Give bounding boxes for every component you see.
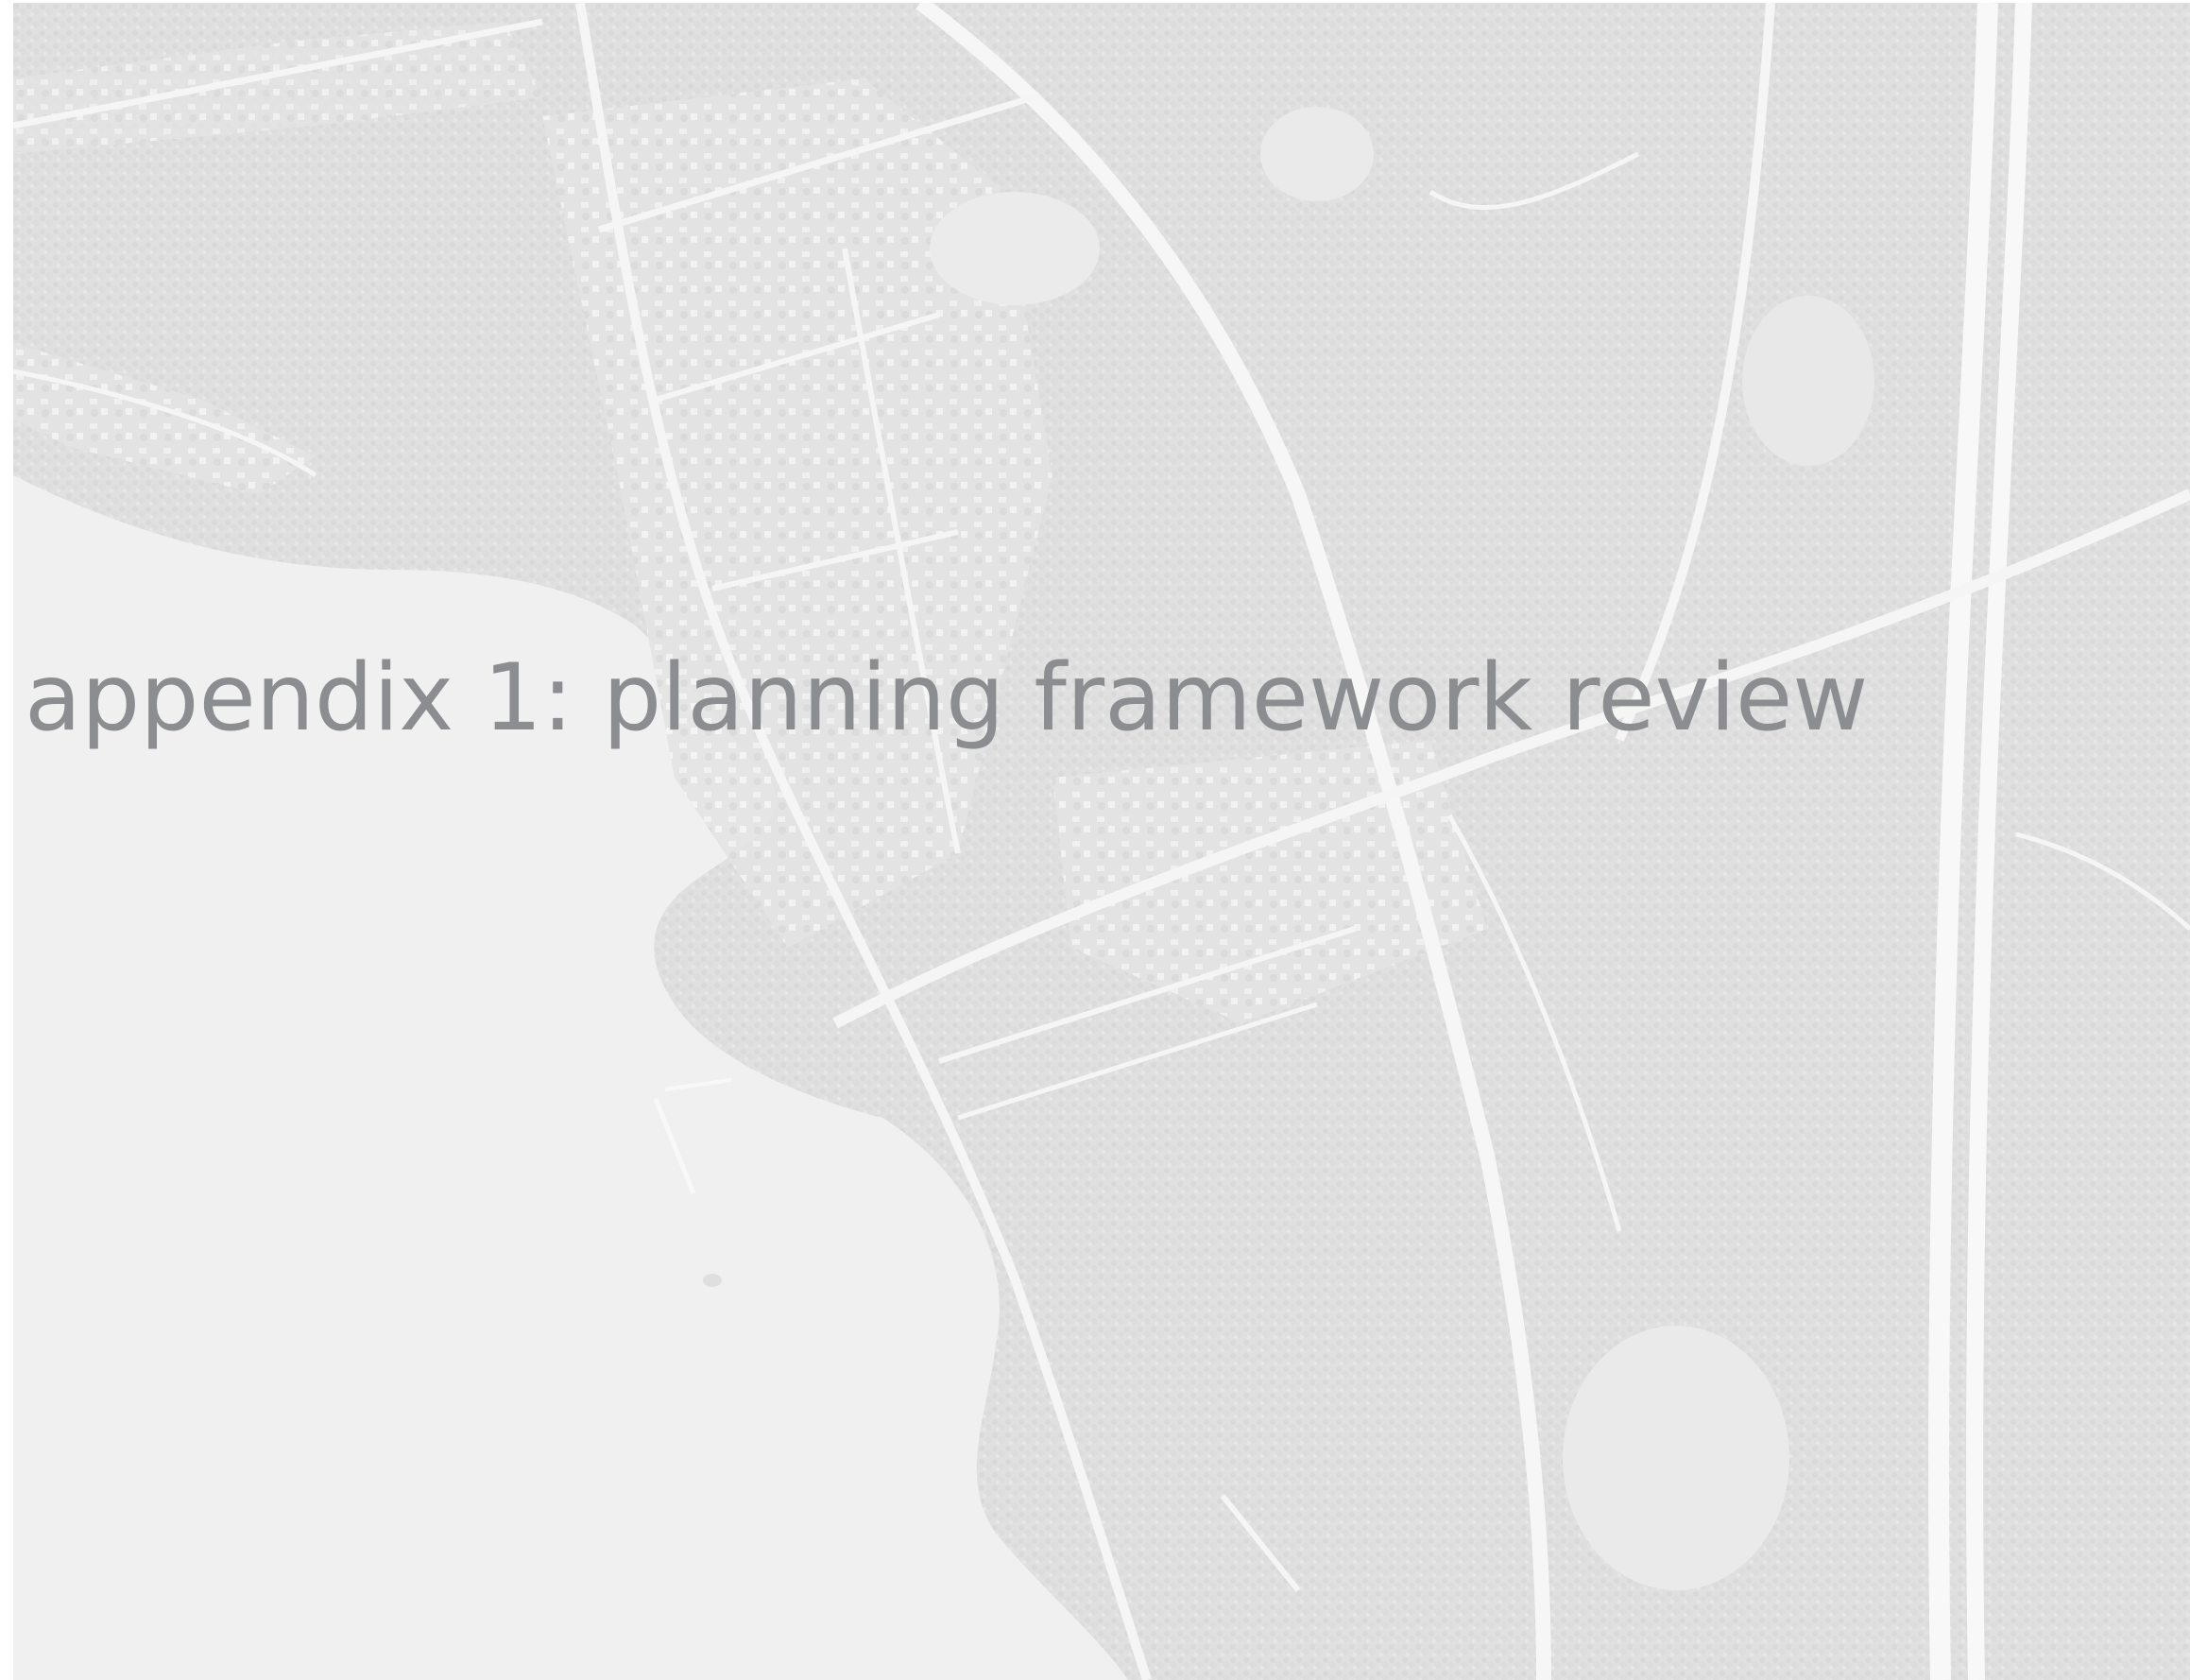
aerial-map-image: [13, 3, 2190, 1680]
page-title: appendix 1: planning framework review: [25, 644, 1869, 752]
aerial-map-background: [13, 3, 2190, 1680]
document-page: appendix 1: planning framework review: [0, 0, 2190, 1680]
